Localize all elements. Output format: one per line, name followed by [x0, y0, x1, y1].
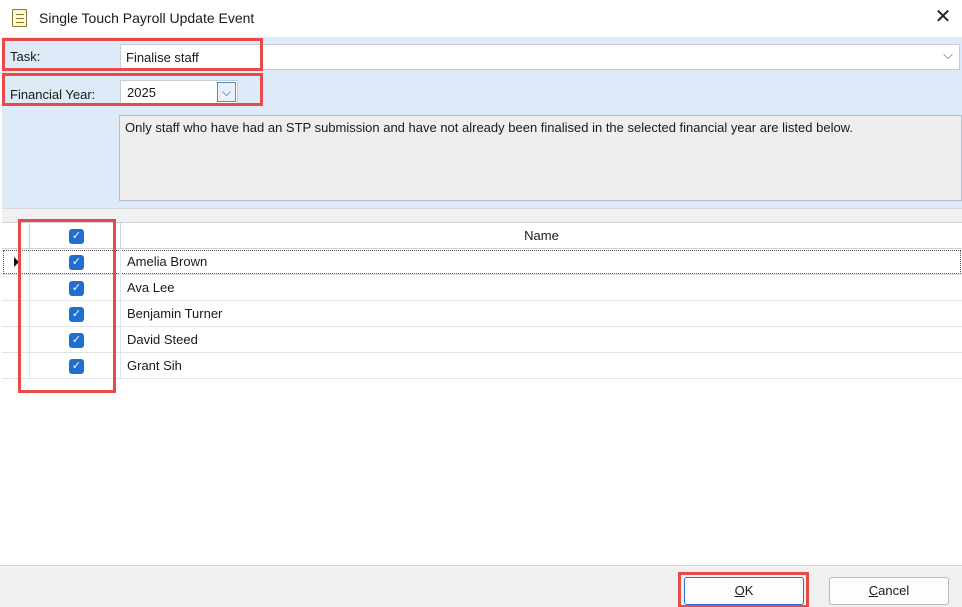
current-row-arrow-icon [14, 257, 19, 267]
financial-year-value: 2025 [127, 85, 156, 100]
task-label: Task: [10, 49, 41, 64]
select-all-checkbox[interactable]: ✓ [69, 229, 84, 244]
header-check-cell: ✓ [29, 223, 121, 249]
window-title: Single Touch Payroll Update Event [39, 10, 255, 26]
staff-name: Amelia Brown [127, 254, 208, 269]
table-row[interactable]: ✓ Benjamin Turner [2, 301, 962, 327]
grid-header: ✓ Name [2, 223, 962, 249]
staff-name: Benjamin Turner [127, 306, 223, 321]
chevron-down-icon[interactable]: ⌵ [943, 47, 953, 63]
name-column-header[interactable]: Name [121, 223, 962, 249]
staff-grid: ✓ Name ✓ Amelia Brown ✓ Ava Lee ✓ Benjam… [2, 222, 962, 565]
staff-name: Grant Sih [127, 358, 182, 373]
row-checkbox[interactable]: ✓ [69, 255, 84, 270]
row-checkbox[interactable]: ✓ [69, 281, 84, 296]
ok-button[interactable]: OK [684, 577, 804, 605]
cancel-mnemonic: C [868, 583, 879, 598]
task-select[interactable]: Finalise staff ⌵ [120, 44, 960, 70]
table-row[interactable]: ✓ Ava Lee [2, 275, 962, 301]
dialog-footer: OK Cancel [0, 565, 962, 607]
table-row[interactable]: ✓ David Steed [2, 327, 962, 353]
staff-name: David Steed [127, 332, 198, 347]
task-value: Finalise staff [126, 50, 199, 65]
info-text: Only staff who have had an STP submissio… [125, 120, 853, 135]
splitter[interactable] [2, 208, 962, 222]
financial-year-select[interactable]: 2025 ⌵ [120, 80, 238, 104]
row-checkbox[interactable]: ✓ [69, 307, 84, 322]
form-panel: Task: Finalise staff ⌵ Financial Year: 2… [2, 37, 962, 208]
chevron-down-icon[interactable]: ⌵ [217, 82, 236, 102]
staff-name: Ava Lee [127, 280, 175, 295]
cancel-button[interactable]: Cancel [829, 577, 949, 605]
ok-mnemonic: O [734, 583, 745, 598]
close-button[interactable]: ✕ [928, 4, 958, 32]
table-row[interactable]: ✓ Amelia Brown [2, 249, 962, 275]
row-check-cell: ✓ [29, 301, 121, 327]
cancel-label-rest: ancel [878, 583, 910, 598]
financial-year-label: Financial Year: [10, 87, 96, 102]
row-checkbox[interactable]: ✓ [69, 359, 84, 374]
row-check-cell: ✓ [29, 327, 121, 353]
document-icon [12, 9, 27, 27]
ok-label-rest: K [744, 583, 754, 598]
table-row[interactable]: ✓ Grant Sih [2, 353, 962, 379]
row-check-cell: ✓ [29, 275, 121, 301]
row-check-cell: ✓ [29, 249, 121, 275]
title-bar: Single Touch Payroll Update Event ✕ [0, 0, 962, 37]
row-check-cell: ✓ [29, 353, 121, 379]
info-message: Only staff who have had an STP submissio… [119, 115, 962, 201]
row-checkbox[interactable]: ✓ [69, 333, 84, 348]
